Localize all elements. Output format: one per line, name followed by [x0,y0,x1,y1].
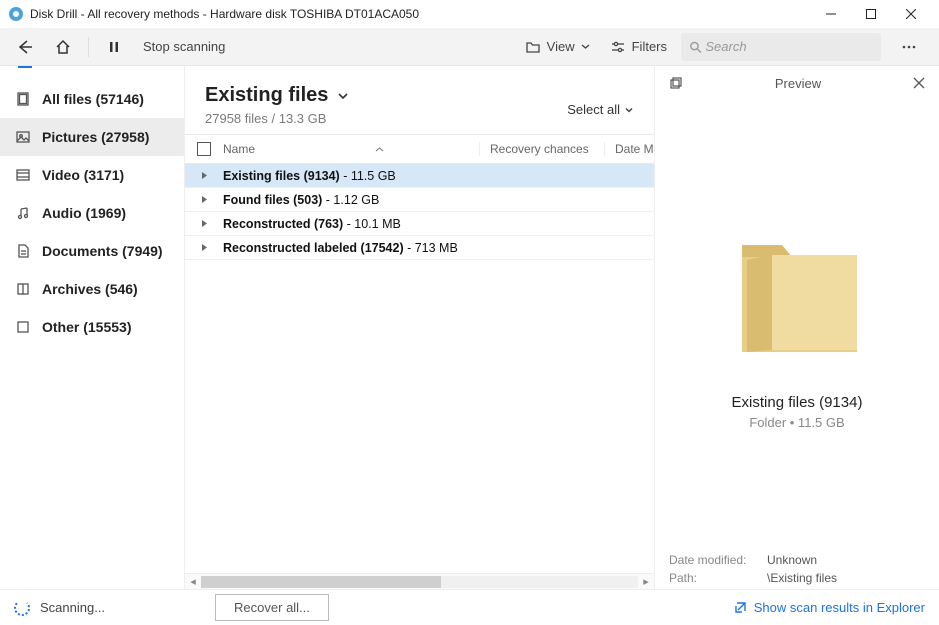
preview-name: Existing files (9134) [732,394,863,411]
sidebar-item-label: Audio (1969) [42,205,126,221]
horizontal-scrollbar[interactable]: ◂ ▸ [185,573,654,589]
table-row[interactable]: Reconstructed (763) - 10.1 MB [185,212,654,236]
expand-icon[interactable] [185,195,223,204]
search-box[interactable] [681,33,881,61]
date-modified-label: Date modified: [669,553,759,567]
toolbar: Stop scanning View Filters [0,28,939,66]
sort-asc-icon [375,145,384,154]
sidebar-item-label: Other (15553) [42,319,131,335]
column-recovery[interactable]: Recovery chances [479,142,604,156]
close-button[interactable] [891,0,931,28]
footer: Scanning... Recover all... Show scan res… [0,589,939,625]
page-title[interactable]: Existing files [205,84,567,107]
path-label: Path: [669,571,759,585]
pictures-icon [14,129,32,145]
minimize-button[interactable] [811,0,851,28]
stop-scanning-button[interactable]: Stop scanning [137,32,231,62]
sidebar-item-label: All files (57146) [42,91,144,107]
filters-icon [610,39,626,55]
other-icon [14,319,32,335]
sidebar-item-pictures[interactable]: Pictures (27958) [0,118,184,156]
table-row[interactable]: Reconstructed labeled (17542) - 713 MB [185,236,654,260]
search-input[interactable] [705,39,873,54]
pause-icon[interactable] [99,32,129,62]
scroll-left-icon[interactable]: ◂ [185,575,201,588]
expand-icon[interactable] [185,171,223,180]
table-header: Name Recovery chances Date M [185,134,654,164]
chevron-down-icon [336,89,350,103]
row-name: Found files (503) - 1.12 GB [223,193,654,207]
column-date[interactable]: Date M [604,142,654,156]
expand-icon[interactable] [185,219,223,228]
date-modified-value: Unknown [767,553,817,567]
more-button[interactable] [889,32,929,62]
path-value: \Existing files [767,571,837,585]
scroll-right-icon[interactable]: ▸ [638,575,654,588]
video-icon [14,167,32,183]
sidebar-item-video[interactable]: Video (3171) [0,156,184,194]
row-name: Reconstructed (763) - 10.1 MB [223,217,654,231]
sidebar-item-archives[interactable]: Archives (546) [0,270,184,308]
select-all-button[interactable]: Select all [567,84,634,117]
folder-icon [525,39,541,55]
table-row[interactable]: Existing files (9134) - 11.5 GB [185,164,654,188]
column-name[interactable]: Name [223,142,479,156]
preview-panel: Preview Existing files (9134) Folder • 1… [654,66,939,589]
popout-icon[interactable] [669,76,683,90]
row-name: Existing files (9134) - 11.5 GB [223,169,654,183]
sidebar-item-label: Documents (7949) [42,243,163,259]
files-icon [14,91,32,107]
table-row[interactable]: Found files (503) - 1.12 GB [185,188,654,212]
app-icon [8,6,24,22]
titlebar: Disk Drill - All recovery methods - Hard… [0,0,939,28]
home-button[interactable] [48,32,78,62]
audio-icon [14,205,32,221]
sidebar-item-other[interactable]: Other (15553) [0,308,184,346]
separator [88,37,89,57]
sidebar: All files (57146) Pictures (27958) Video… [0,66,185,589]
search-icon [689,40,702,54]
preview-meta: Folder • 11.5 GB [749,415,844,430]
sidebar-item-audio[interactable]: Audio (1969) [0,194,184,232]
select-all-checkbox[interactable] [197,142,211,156]
sidebar-item-label: Video (3171) [42,167,124,183]
preview-title: Preview [683,76,913,91]
sidebar-item-label: Pictures (27958) [42,129,149,145]
show-in-explorer-link[interactable]: Show scan results in Explorer [733,600,925,615]
chevron-down-icon [581,42,590,51]
expand-icon[interactable] [185,243,223,252]
sidebar-item-documents[interactable]: Documents (7949) [0,232,184,270]
open-external-icon [733,600,748,615]
archives-icon [14,281,32,297]
table-body: Existing files (9134) - 11.5 GB Found fil… [185,164,654,573]
window-title: Disk Drill - All recovery methods - Hard… [30,7,811,21]
maximize-button[interactable] [851,0,891,28]
chevron-down-icon [624,105,634,115]
view-dropdown[interactable]: View [519,32,596,62]
filters-button[interactable]: Filters [604,32,673,62]
folder-large-icon [712,210,882,380]
close-preview-button[interactable] [913,77,925,89]
page-subtitle: 27958 files / 13.3 GB [205,111,567,126]
back-button[interactable] [10,32,40,62]
documents-icon [14,243,32,259]
sidebar-item-all-files[interactable]: All files (57146) [0,80,184,118]
recover-all-button[interactable]: Recover all... [215,594,329,621]
row-name: Reconstructed labeled (17542) - 713 MB [223,241,654,255]
scroll-thumb[interactable] [201,576,441,588]
stop-scanning-label: Stop scanning [143,39,225,54]
sidebar-item-label: Archives (546) [42,281,138,297]
spinner-icon [14,600,30,616]
status-text: Scanning... [40,600,105,615]
